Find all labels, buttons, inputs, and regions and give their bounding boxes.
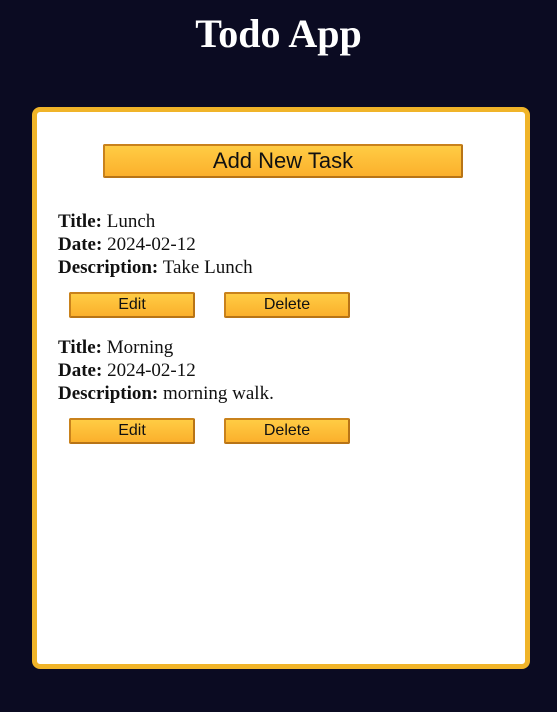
edit-button[interactable]: Edit xyxy=(69,418,195,444)
task-actions: Edit Delete xyxy=(58,292,498,318)
task-description-value: morning walk. xyxy=(163,383,274,404)
task-date-value: 2024-02-12 xyxy=(107,234,196,255)
task-title-row: Title: Lunch xyxy=(58,210,498,233)
task-item: Title: Lunch Date: 2024-02-12 Descriptio… xyxy=(58,210,498,318)
task-description-row: Description: Take Lunch xyxy=(58,256,498,279)
date-label: Date: xyxy=(58,360,103,381)
task-description-value: Take Lunch xyxy=(162,257,253,278)
title-label: Title: xyxy=(58,211,102,232)
delete-button[interactable]: Delete xyxy=(224,292,350,318)
task-actions: Edit Delete xyxy=(58,418,498,444)
task-date-row: Date: 2024-02-12 xyxy=(58,233,498,256)
description-label: Description: xyxy=(58,257,159,278)
task-title-value: Morning xyxy=(106,337,174,358)
edit-button[interactable]: Edit xyxy=(69,292,195,318)
description-label: Description: xyxy=(58,383,159,404)
title-label: Title: xyxy=(58,337,102,358)
add-task-button[interactable]: Add New Task xyxy=(103,144,463,178)
delete-button[interactable]: Delete xyxy=(224,418,350,444)
task-date-value: 2024-02-12 xyxy=(107,360,196,381)
page-title: Todo App xyxy=(195,11,362,56)
date-label: Date: xyxy=(58,234,103,255)
task-description-row: Description: morning walk. xyxy=(58,382,498,405)
task-panel: Add New Task Title: Lunch Date: 2024-02-… xyxy=(32,107,530,669)
task-item: Title: Morning Date: 2024-02-12 Descript… xyxy=(58,336,498,444)
task-title-row: Title: Morning xyxy=(58,336,498,359)
task-date-row: Date: 2024-02-12 xyxy=(58,359,498,382)
task-title-value: Lunch xyxy=(106,211,156,232)
